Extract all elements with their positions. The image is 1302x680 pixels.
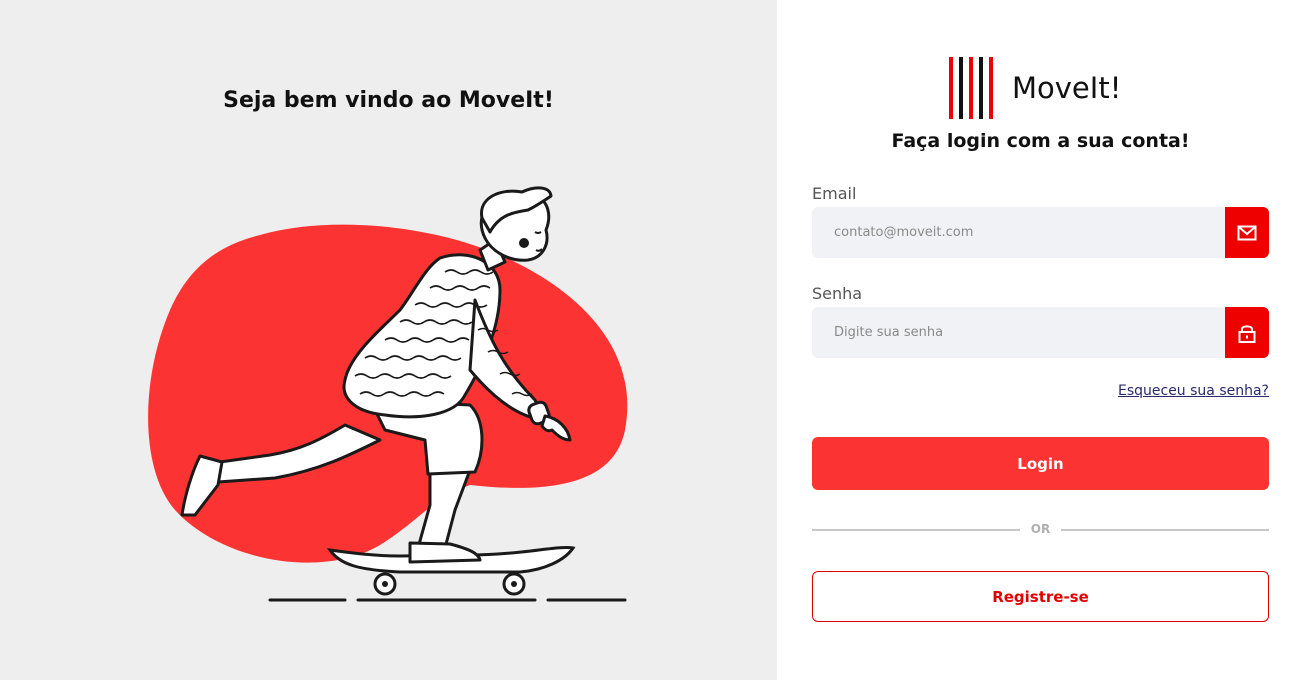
password-field: [812, 307, 1269, 358]
lock-icon: [1225, 307, 1269, 358]
mail-icon: [1225, 207, 1269, 258]
forgot-password-link[interactable]: Esqueceu sua senha?: [1118, 383, 1269, 399]
password-label: Senha: [812, 284, 863, 303]
register-button[interactable]: Registre-se: [812, 571, 1269, 622]
email-input[interactable]: [812, 207, 1225, 258]
email-label: Email: [812, 184, 857, 203]
welcome-panel: Seja bem vindo ao MoveIt!: [0, 0, 777, 680]
welcome-title: Seja bem vindo ao MoveIt!: [223, 88, 554, 113]
logo-bars-icon: [949, 57, 993, 119]
brand-logo: MoveIt!: [948, 57, 1121, 119]
login-heading: Faça login com a sua conta!: [891, 130, 1190, 152]
email-field: [812, 207, 1269, 258]
password-input[interactable]: [812, 307, 1225, 358]
divider-line-right: [1061, 529, 1269, 531]
skateboarder-illustration: [148, 186, 628, 602]
login-button[interactable]: Login: [812, 437, 1269, 490]
or-divider: OR: [812, 519, 1269, 539]
brand-name: MoveIt!: [1012, 71, 1122, 105]
